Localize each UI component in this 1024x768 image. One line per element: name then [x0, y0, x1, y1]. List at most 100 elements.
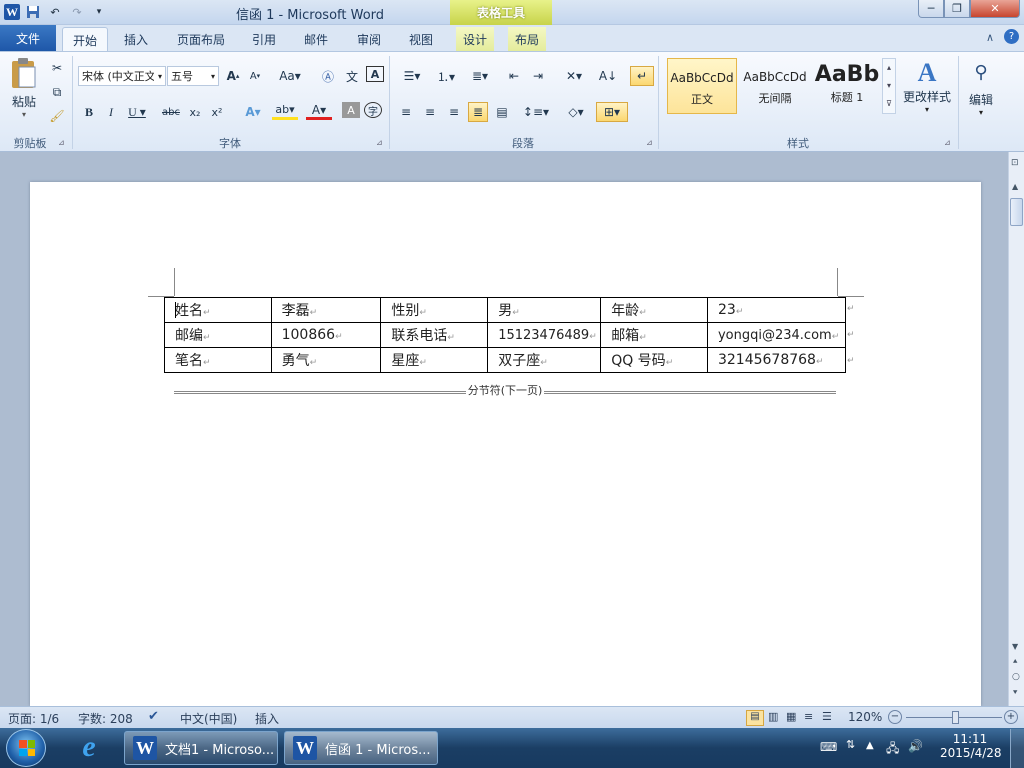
strikethrough-icon[interactable]: abc: [160, 102, 182, 122]
bullets-icon[interactable]: ☰▾: [398, 66, 426, 86]
tab-mailings[interactable]: 邮件: [296, 27, 336, 51]
distributed-icon[interactable]: ▤: [492, 102, 512, 122]
decrease-indent-icon[interactable]: ⇤: [504, 66, 524, 86]
network-icon[interactable]: 🖧: [886, 739, 899, 760]
line-spacing-icon[interactable]: ↕≡▾: [522, 102, 550, 122]
insert-mode-indicator[interactable]: 插入: [255, 710, 279, 727]
character-shading-icon[interactable]: A: [342, 102, 360, 118]
text-effects-icon[interactable]: A▾: [240, 102, 266, 122]
outline-icon[interactable]: ≡: [804, 710, 813, 723]
cut-icon[interactable]: ✂: [48, 58, 66, 78]
internet-explorer-icon[interactable]: e: [72, 732, 106, 764]
underline-icon[interactable]: U ▾: [124, 102, 150, 122]
table-cell[interactable]: 笔名↵: [164, 347, 272, 373]
word-app-icon[interactable]: W: [4, 4, 20, 20]
print-layout-icon[interactable]: ▤: [746, 710, 764, 726]
font-launcher-icon[interactable]: ⊿: [376, 138, 383, 147]
justify-icon[interactable]: ≣: [468, 102, 488, 122]
table-cell[interactable]: 双子座↵: [487, 347, 602, 373]
chinese-layout-icon[interactable]: ✕▾: [560, 66, 588, 86]
select-browse-object-icon[interactable]: ○: [1012, 672, 1020, 682]
clipboard-launcher-icon[interactable]: ⊿: [58, 138, 65, 147]
scroll-thumb[interactable]: [1010, 198, 1023, 226]
font-name-select[interactable]: 宋体 (中文正文) ▾: [78, 66, 166, 86]
enclose-characters-icon[interactable]: 字: [364, 102, 382, 118]
scroll-down-icon[interactable]: ▼: [1012, 642, 1018, 651]
highlight-icon[interactable]: ab▾: [272, 102, 298, 120]
shrink-font-icon[interactable]: A ▾: [246, 66, 264, 86]
help-icon[interactable]: ?: [1004, 29, 1019, 44]
change-case-icon[interactable]: Aa▾: [278, 66, 302, 86]
show-marks-icon[interactable]: ↵: [630, 66, 654, 86]
proofing-icon[interactable]: ✔: [148, 709, 159, 724]
table-cell[interactable]: 32145678768↵: [706, 347, 847, 373]
style-normal[interactable]: AaBbCcDd 正文: [667, 58, 737, 114]
paste-dropdown-icon[interactable]: ▾: [6, 110, 42, 119]
phonetic-guide-icon[interactable]: 文: [342, 66, 362, 86]
clock[interactable]: 11:11 2015/4/28: [940, 732, 1002, 760]
table-cell[interactable]: 100866↵: [270, 322, 382, 348]
close-button[interactable]: ✕: [970, 0, 1020, 18]
document-table[interactable]: 姓名↵ 李磊↵ 性别↵ 男↵ 年龄↵ 23↵ 邮编↵ 100866↵ 联系电话↵…: [164, 297, 847, 373]
keyboard-icon[interactable]: ⌨: [820, 740, 837, 754]
character-border-icon[interactable]: A: [366, 66, 384, 82]
zoom-level[interactable]: 120%: [848, 710, 882, 724]
format-painter-icon[interactable]: 🖌: [48, 106, 66, 126]
styles-scroll[interactable]: ▴ ▾ ⊽: [882, 58, 896, 114]
collapse-ribbon-icon[interactable]: ∧: [986, 31, 994, 44]
tab-home[interactable]: 开始: [62, 27, 108, 51]
tab-view[interactable]: 视图: [401, 27, 441, 51]
document-page[interactable]: [30, 182, 981, 706]
previous-page-icon[interactable]: ⯅: [1012, 657, 1018, 667]
ruler-toggle-icon[interactable]: ⊡: [1011, 158, 1022, 170]
minimize-button[interactable]: ─: [918, 0, 944, 18]
draft-icon[interactable]: ☰: [822, 710, 832, 723]
paragraph-launcher-icon[interactable]: ⊿: [646, 138, 653, 147]
taskbar-item-doc1[interactable]: W 文档1 - Microso...: [124, 731, 278, 765]
align-left-icon[interactable]: ≡: [396, 102, 416, 122]
table-cell[interactable]: 邮箱↵: [600, 322, 708, 348]
editing-button[interactable]: ⚲ 编辑 ▾: [962, 58, 1000, 128]
web-layout-icon[interactable]: ▦: [786, 710, 796, 723]
show-hidden-icons[interactable]: ▲: [866, 740, 874, 751]
input-method-icon[interactable]: ⇅: [846, 738, 855, 751]
change-styles-button[interactable]: A 更改样式 ▾: [900, 58, 954, 128]
start-button[interactable]: [6, 729, 46, 767]
table-cell[interactable]: 李磊↵: [270, 297, 382, 323]
multilevel-list-icon[interactable]: ≣▾: [466, 66, 494, 86]
align-center-icon[interactable]: ≡: [420, 102, 440, 122]
table-cell[interactable]: 15123476489↵: [487, 322, 602, 348]
scroll-up-icon[interactable]: ▲: [1012, 182, 1018, 191]
copy-icon[interactable]: ⧉: [48, 82, 66, 102]
restore-button[interactable]: ❐: [944, 0, 970, 18]
clear-formatting-icon[interactable]: Ⓐ: [318, 66, 338, 86]
tab-references[interactable]: 引用: [244, 27, 284, 51]
table-cell[interactable]: QQ 号码↵: [600, 347, 708, 373]
vertical-scrollbar[interactable]: ⊡ ▲ ▼ ⯅ ○ ⯆: [1008, 152, 1024, 706]
tab-table-layout[interactable]: 布局: [508, 27, 546, 51]
next-page-icon[interactable]: ⯆: [1012, 688, 1018, 698]
font-size-select[interactable]: 五号 ▾: [167, 66, 219, 86]
table-cell[interactable]: 邮编↵: [164, 322, 272, 348]
superscript-icon[interactable]: x²: [208, 102, 226, 122]
font-color-icon[interactable]: A▾: [306, 102, 332, 120]
table-cell[interactable]: 勇气↵: [270, 347, 382, 373]
grow-font-icon[interactable]: A ▴: [224, 66, 242, 86]
numbering-icon[interactable]: ⒈▾: [432, 66, 460, 86]
show-desktop-button[interactable]: [1010, 729, 1024, 768]
volume-icon[interactable]: 🔊: [908, 739, 923, 753]
word-count[interactable]: 字数: 208: [78, 710, 133, 727]
table-cell[interactable]: 23↵: [706, 297, 847, 323]
redo-icon[interactable]: ↷: [68, 3, 86, 21]
sort-icon[interactable]: A↓: [598, 66, 618, 86]
tab-review[interactable]: 审阅: [349, 27, 389, 51]
tab-table-design[interactable]: 设计: [456, 27, 494, 51]
style-no-spacing[interactable]: AaBbCcDd 无间隔: [740, 58, 810, 114]
shading-icon[interactable]: ◇▾: [562, 102, 590, 122]
zoom-out-icon[interactable]: −: [888, 710, 902, 724]
paste-button[interactable]: 粘贴 ▾: [6, 56, 42, 128]
borders-icon[interactable]: ⊞▾: [596, 102, 628, 122]
customize-qat-icon[interactable]: ▾: [90, 3, 108, 21]
align-right-icon[interactable]: ≡: [444, 102, 464, 122]
undo-icon[interactable]: ↶: [46, 3, 64, 21]
